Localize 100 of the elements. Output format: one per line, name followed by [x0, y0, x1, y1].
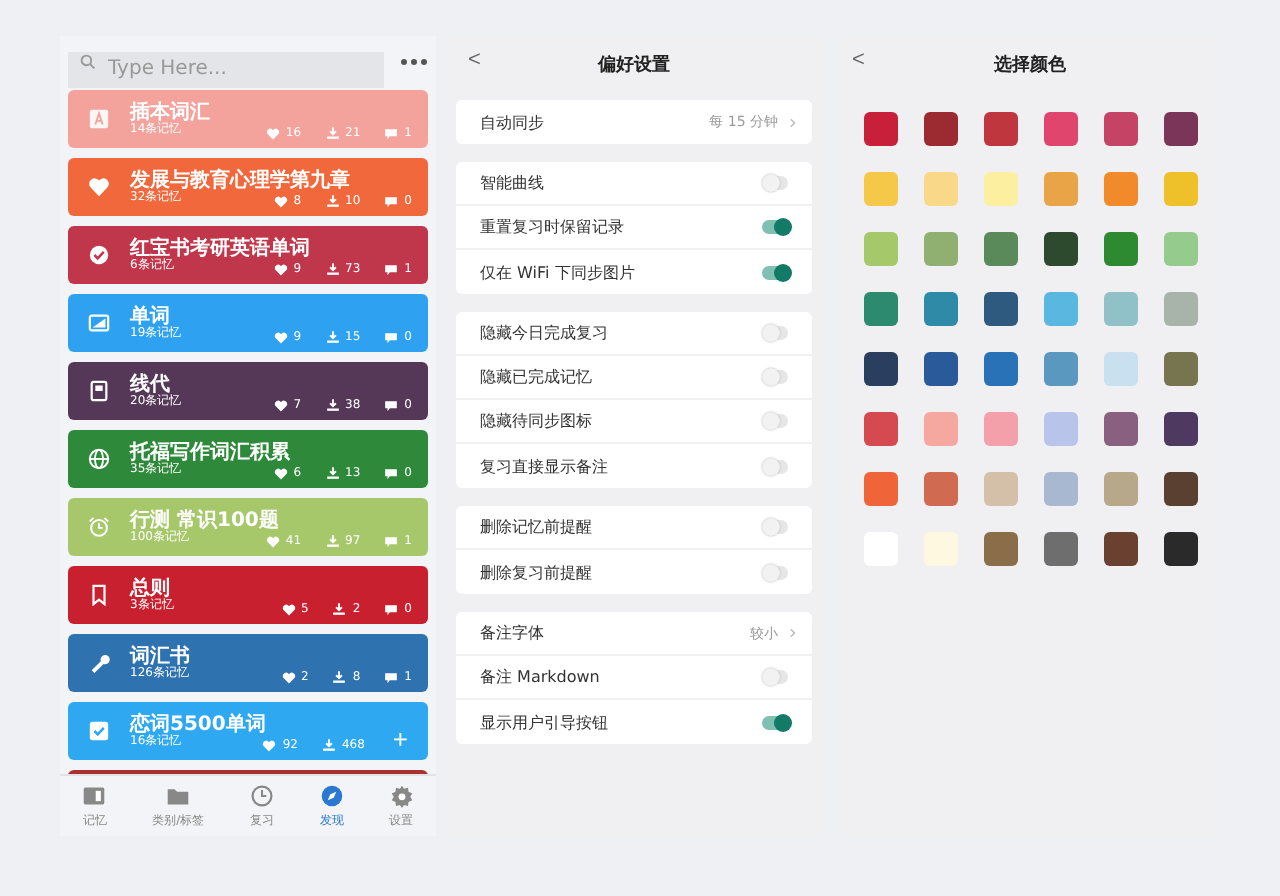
comment-icon — [384, 603, 399, 615]
toggle-switch[interactable] — [762, 414, 788, 428]
setting-label: 删除复习前提醒 — [480, 561, 594, 583]
toggle-switch[interactable] — [762, 370, 788, 384]
color-swatch[interactable] — [924, 472, 958, 506]
color-swatch[interactable] — [984, 532, 1018, 566]
color-swatch[interactable] — [1044, 112, 1078, 146]
color-swatch[interactable] — [1164, 112, 1198, 146]
toggle-switch[interactable] — [762, 520, 788, 534]
color-swatch[interactable] — [1044, 532, 1078, 566]
toggle-switch[interactable] — [762, 176, 788, 190]
tablet-icon — [88, 380, 110, 402]
heart-icon — [281, 671, 296, 683]
download-icon — [325, 330, 340, 344]
more-icon[interactable] — [400, 58, 428, 66]
color-swatch[interactable] — [924, 112, 958, 146]
deck-title: 红宝书考研英语单词 — [130, 237, 310, 260]
heart-icon — [281, 603, 296, 615]
color-swatch[interactable] — [984, 172, 1018, 206]
color-swatch[interactable] — [864, 472, 898, 506]
color-swatch[interactable] — [1164, 412, 1198, 446]
setting-label: 仅在 WiFi 下同步图片 — [480, 261, 637, 283]
color-swatch[interactable] — [1164, 172, 1198, 206]
color-swatch[interactable] — [984, 112, 1018, 146]
heart-icon — [273, 263, 288, 275]
wrench-icon — [88, 652, 110, 674]
color-swatch[interactable] — [1104, 232, 1138, 266]
color-swatch[interactable] — [1044, 472, 1078, 506]
add-button[interactable]: + — [388, 726, 412, 752]
color-swatch[interactable] — [1104, 532, 1138, 566]
panel-title: 偏好设置 — [598, 53, 670, 77]
color-swatch[interactable] — [1164, 232, 1198, 266]
toggle-switch[interactable] — [762, 326, 788, 340]
deck-title: 发展与教育心理学第九章 — [130, 169, 350, 192]
color-swatch[interactable] — [984, 292, 1018, 326]
color-swatch[interactable] — [1104, 172, 1138, 206]
color-swatch[interactable] — [1044, 232, 1078, 266]
download-icon — [325, 126, 340, 140]
color-swatch[interactable] — [1164, 532, 1198, 566]
comment-icon — [384, 331, 399, 343]
color-swatch[interactable] — [1044, 172, 1078, 206]
heart-icon — [273, 195, 288, 207]
toggle-switch[interactable] — [762, 220, 788, 234]
checkbox-icon — [88, 720, 110, 742]
setting-label: 复习直接显示备注 — [480, 455, 610, 477]
color-swatch[interactable] — [864, 412, 898, 446]
check-circle-icon — [88, 244, 110, 266]
color-swatch[interactable] — [924, 352, 958, 386]
heart-icon — [265, 127, 280, 139]
color-swatch[interactable] — [924, 412, 958, 446]
deck-title: 线代 — [130, 373, 170, 396]
setting-label: 自动同步 — [480, 111, 546, 133]
deck-title: 单词 — [130, 305, 170, 328]
color-swatch[interactable] — [984, 472, 1018, 506]
color-swatch[interactable] — [1104, 292, 1138, 326]
color-swatch[interactable] — [1104, 112, 1138, 146]
color-swatch[interactable] — [984, 232, 1018, 266]
download-icon — [321, 738, 336, 752]
deck-title: 词汇书 — [130, 645, 190, 668]
color-swatch[interactable] — [984, 352, 1018, 386]
color-swatch[interactable] — [1164, 472, 1198, 506]
search-field[interactable]: Type Here... — [68, 51, 384, 87]
globe-icon — [88, 448, 110, 470]
toggle-switch[interactable] — [762, 565, 788, 579]
comment-icon — [384, 467, 399, 479]
compass-icon — [319, 783, 344, 807]
toggle-switch[interactable] — [762, 459, 788, 473]
color-swatch[interactable] — [1044, 352, 1078, 386]
setting-label: 重置复习时保留记录 — [480, 216, 626, 238]
setting-label: 删除记忆前提醒 — [480, 516, 594, 538]
back-button[interactable]: < — [844, 48, 873, 72]
color-swatch[interactable] — [1104, 352, 1138, 386]
color-swatch[interactable] — [864, 352, 898, 386]
color-swatch[interactable] — [924, 232, 958, 266]
color-swatch[interactable] — [1164, 292, 1198, 326]
download-icon — [325, 262, 340, 276]
setting-label: 隐藏今日完成复习 — [480, 322, 610, 344]
comment-icon — [384, 535, 399, 547]
color-swatch[interactable] — [864, 172, 898, 206]
color-swatch[interactable] — [924, 292, 958, 326]
setting-label: 隐藏待同步图标 — [480, 410, 594, 432]
heart-icon — [273, 467, 288, 479]
color-swatch[interactable] — [864, 112, 898, 146]
color-swatch[interactable] — [1044, 412, 1078, 446]
color-swatch[interactable] — [1044, 292, 1078, 326]
toggle-switch[interactable] — [762, 715, 788, 729]
toggle-switch[interactable] — [762, 265, 788, 279]
folder-icon — [166, 783, 191, 807]
comment-icon — [384, 399, 399, 411]
color-swatch[interactable] — [1104, 472, 1138, 506]
panel-title: 选择颜色 — [994, 52, 1066, 77]
color-swatch[interactable] — [1164, 352, 1198, 386]
toggle-switch[interactable] — [762, 670, 788, 684]
color-swatch[interactable] — [984, 412, 1018, 446]
color-swatch[interactable] — [864, 232, 898, 266]
color-swatch[interactable] — [924, 172, 958, 206]
chevron-icon — [790, 628, 796, 638]
color-swatch[interactable] — [1104, 412, 1138, 446]
color-swatch[interactable] — [864, 292, 898, 326]
back-button[interactable]: < — [460, 48, 489, 72]
